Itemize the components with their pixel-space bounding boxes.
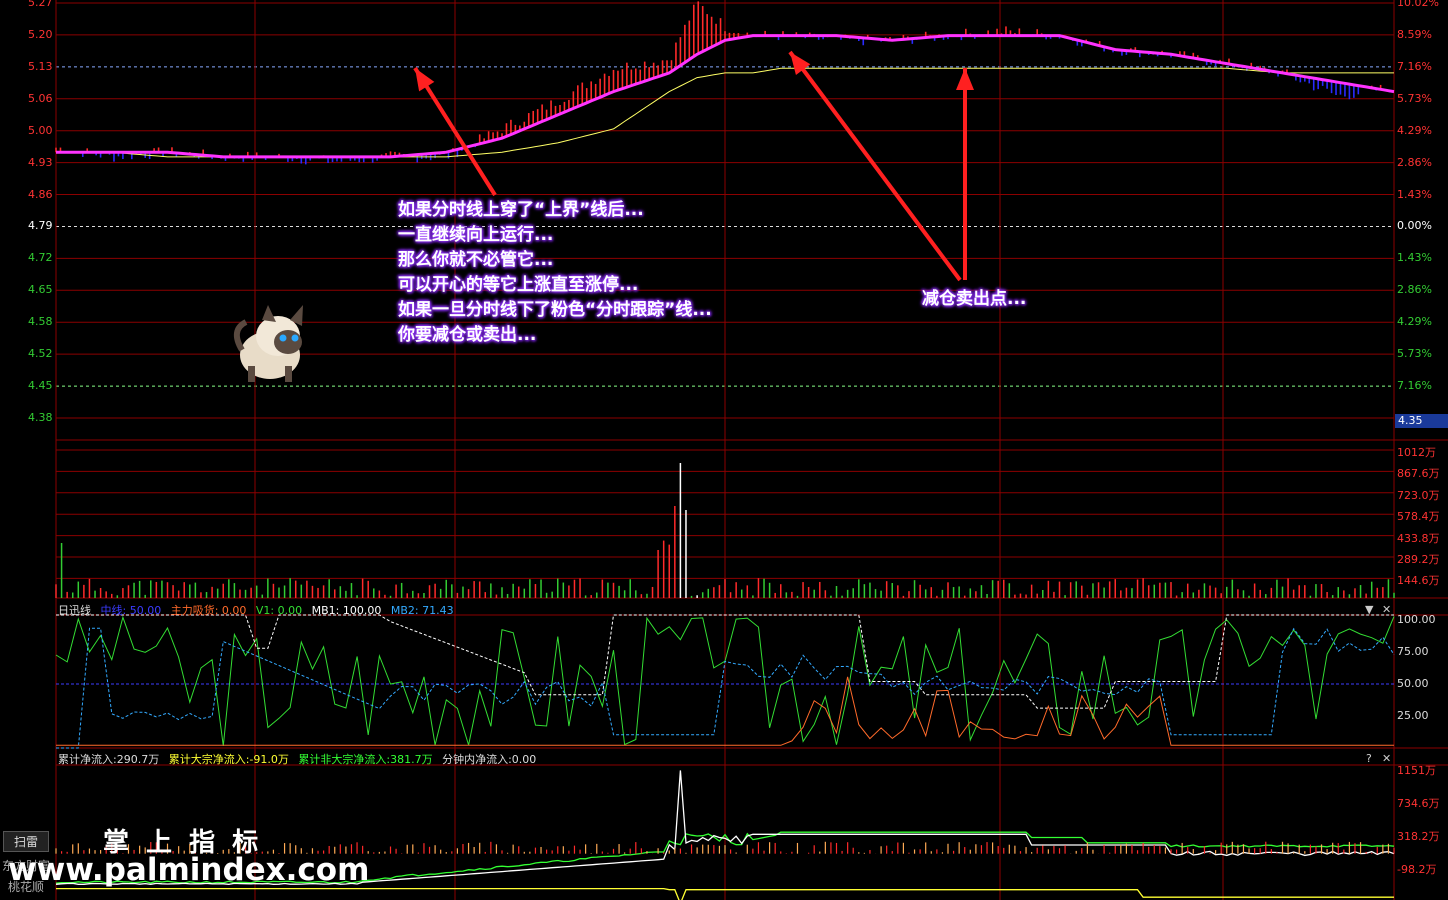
indicator-tick: 100.00: [1397, 613, 1436, 626]
percent-tick: 4.29%: [1397, 123, 1432, 137]
indicator-tick: 75.00: [1397, 645, 1429, 658]
legend-zhongxian: 中线: 50.00: [100, 604, 162, 617]
volume-tick: 144.6万: [1397, 574, 1440, 588]
ri-xun-xian-close-icon[interactable]: ✕: [1382, 603, 1391, 616]
cat-image: [233, 305, 303, 382]
volume-tick: 867.6万: [1397, 467, 1440, 481]
price-tick: 5.13: [28, 59, 53, 73]
volume-tick: 578.4万: [1397, 510, 1440, 524]
legend-cum-block: 累计大宗净流入:-91.0万: [168, 753, 289, 766]
price-tick: 4.79: [28, 219, 53, 233]
annotation-line-5: 如果一旦分时线下了粉色“分时跟踪”线...: [398, 300, 712, 320]
fund-flow-help-icon[interactable]: ?: [1366, 752, 1372, 765]
price-tick: 4.58: [28, 315, 53, 329]
volume-tick: 1012万: [1397, 446, 1436, 459]
fund-flow-tick: 1151万: [1397, 764, 1436, 777]
legend-minute-net: 分钟内净流入:0.00: [442, 753, 537, 766]
price-tick: 4.45: [28, 379, 53, 393]
percent-tick: 2.86%: [1397, 155, 1432, 169]
percent-tick: 0.00%: [1397, 219, 1432, 233]
price-tick: 4.86: [28, 187, 53, 201]
price-tick: 4.38: [28, 411, 53, 424]
legend-mb2: MB2: 71.43: [390, 604, 454, 617]
legend-cum-net: 累计净流入:290.7万: [58, 753, 160, 766]
ri-xun-xian-legend: 日迅线 中线: 50.00 主力吸货: 0.00 V1: 0.00 MB1: 1…: [58, 602, 460, 618]
percent-tick: 4.29%: [1397, 315, 1432, 329]
arrow-head: [956, 68, 974, 90]
arrow-shaft: [788, 50, 962, 282]
price-tick: 5.06: [28, 91, 53, 105]
arrow-head: [790, 52, 811, 76]
annotation-line-1: 如果分时线上穿了“上界”线后...: [398, 200, 644, 220]
fund-flow-legend: 累计净流入:290.7万 累计大宗净流入:-91.0万 累计非大宗净流入:381…: [58, 751, 542, 767]
price-tick: 5.00: [28, 123, 53, 137]
fund-flow-tick: -98.2万: [1397, 863, 1437, 876]
ri-xun-xian-dropdown-icon[interactable]: ▼: [1365, 603, 1373, 616]
fund-flow-close-icon[interactable]: ✕: [1382, 752, 1391, 765]
percent-tick: 7.16%: [1397, 59, 1432, 73]
annotation-line-6: 你要减仓或卖出...: [398, 325, 537, 345]
fund-flow-tick: 318.2万: [1397, 830, 1440, 843]
price-histogram: [55, 1, 1391, 165]
indicator-tick: 50.00: [1397, 677, 1429, 690]
volume-tick: 289.2万: [1397, 553, 1440, 566]
watermark-url: www.palmindex.com: [8, 852, 370, 888]
ri-xun-xian-title: 日迅线: [58, 604, 91, 617]
main-annotation: 如果分时线上穿了“上界”线后... 一直继续向上运行... 那么你就不必管它..…: [398, 198, 712, 348]
arrow-head: [415, 68, 435, 92]
percent-tick: 8.59%: [1397, 27, 1432, 41]
percent-tick: 5.73%: [1397, 91, 1432, 105]
current-price-marker: 4.35: [1395, 414, 1448, 428]
price-tick: 5.20: [28, 27, 53, 41]
legend-v1: V1: 0.00: [255, 604, 303, 617]
price-tick: 4.93: [28, 155, 53, 169]
volume-tick: 723.0万: [1397, 488, 1440, 502]
percent-tick: 2.86%: [1397, 283, 1432, 297]
legend-mb1: MB1: 100.00: [311, 604, 382, 617]
percent-tick: 10.02%: [1397, 0, 1439, 9]
sell-point-annotation: 减仓卖出点...: [922, 289, 1027, 309]
percent-tick: 5.73%: [1397, 347, 1432, 361]
legend-cum-nonblock: 累计非大宗净流入:381.7万: [298, 753, 433, 766]
fund-flow-tick: 734.6万: [1397, 797, 1440, 810]
price-tick: 4.52: [28, 347, 53, 361]
percent-tick: 7.16%: [1397, 379, 1432, 393]
annotation-line-3: 那么你就不必管它...: [398, 250, 554, 270]
price-tick: 4.65: [28, 283, 53, 297]
legend-zhuli: 主力吸货: 0.00: [170, 604, 247, 617]
volume-tick: 433.8万: [1397, 531, 1440, 545]
price-tick: 5.27: [28, 0, 53, 9]
price-tick: 4.72: [28, 251, 53, 265]
annotation-line-2: 一直继续向上运行...: [398, 225, 554, 245]
indicator-tick: 25.00: [1397, 709, 1429, 722]
percent-tick: 1.43%: [1397, 251, 1432, 265]
annotation-line-4: 可以开心的等它上涨直至涨停...: [398, 275, 639, 295]
percent-tick: 1.43%: [1397, 187, 1432, 201]
scan-button[interactable]: 扫雷: [3, 831, 50, 852]
